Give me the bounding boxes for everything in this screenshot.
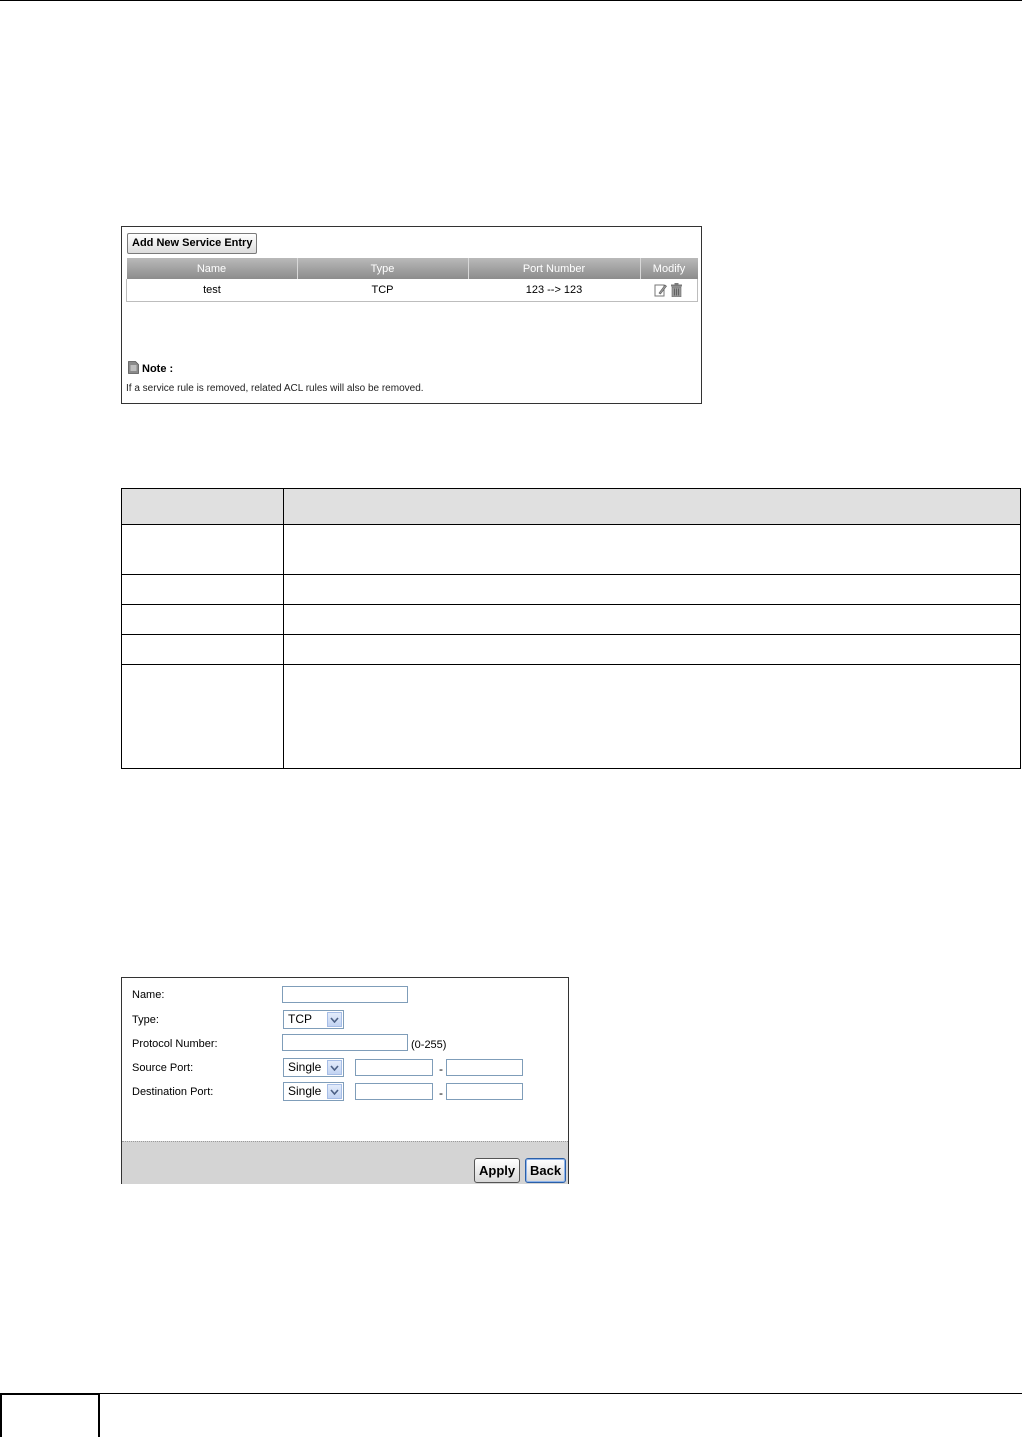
destination-port-mode-value: Single bbox=[288, 1084, 322, 1098]
column-header-modify: Modify bbox=[640, 258, 698, 279]
delete-icon[interactable] bbox=[670, 283, 683, 298]
cell-modify bbox=[640, 279, 698, 302]
table-row bbox=[121, 524, 1021, 575]
destination-port-label: Destination Port: bbox=[132, 1086, 214, 1098]
destination-port-range-separator: - bbox=[439, 1086, 443, 1100]
name-input[interactable] bbox=[282, 986, 408, 1003]
column-header-name: Name bbox=[126, 258, 298, 279]
footer-rule bbox=[100, 1393, 1022, 1394]
add-new-service-entry-button[interactable]: Add New Service Entry bbox=[127, 233, 258, 254]
type-select-value: TCP bbox=[288, 1012, 312, 1026]
protocol-number-input[interactable] bbox=[282, 1034, 408, 1051]
table-row bbox=[121, 664, 1021, 769]
note-icon bbox=[128, 361, 139, 377]
service-table-header: Name Type Port Number Modify bbox=[126, 258, 698, 279]
destination-port-start-input[interactable] bbox=[355, 1083, 433, 1100]
chevron-down-icon bbox=[327, 1084, 342, 1099]
column-header-port-number: Port Number bbox=[468, 258, 641, 279]
protocol-number-label: Protocol Number: bbox=[132, 1038, 218, 1050]
table-row bbox=[121, 604, 1021, 635]
protocol-number-hint: (0-255) bbox=[411, 1039, 447, 1051]
source-port-start-input[interactable] bbox=[355, 1059, 433, 1076]
cell-type: TCP bbox=[297, 279, 468, 302]
table-row bbox=[121, 634, 1021, 665]
source-port-label: Source Port: bbox=[132, 1062, 194, 1074]
service-list-panel: Add New Service Entry Name Type Port Num… bbox=[121, 226, 702, 404]
service-table: Name Type Port Number Modify test TCP 12… bbox=[126, 258, 698, 302]
description-table bbox=[121, 488, 1021, 769]
source-port-mode-value: Single bbox=[288, 1060, 322, 1074]
source-port-range-separator: - bbox=[439, 1062, 443, 1076]
note-text: If a service rule is removed, related AC… bbox=[126, 383, 424, 394]
table-row bbox=[121, 574, 1021, 605]
edit-icon[interactable] bbox=[654, 283, 667, 297]
type-select[interactable]: TCP bbox=[283, 1010, 344, 1029]
description-table-header bbox=[121, 488, 1021, 525]
note-heading: Note : bbox=[128, 361, 173, 377]
apply-button[interactable]: Apply bbox=[474, 1158, 521, 1183]
note-label: Note : bbox=[142, 363, 174, 375]
destination-port-end-input[interactable] bbox=[446, 1083, 523, 1100]
cell-name: test bbox=[126, 279, 297, 302]
add-service-form: Name: Type: TCP Protocol Number: (0-255)… bbox=[121, 977, 569, 1184]
type-label: Type: bbox=[132, 1014, 159, 1026]
cell-port-number: 123 --> 123 bbox=[468, 279, 640, 302]
page-number-box bbox=[0, 1393, 100, 1437]
destination-port-mode-select[interactable]: Single bbox=[283, 1082, 344, 1101]
source-port-mode-select[interactable]: Single bbox=[283, 1058, 344, 1077]
name-label: Name: bbox=[132, 989, 165, 1001]
top-rule bbox=[0, 0, 1022, 1]
table-row: test TCP 123 --> 123 bbox=[126, 279, 698, 302]
chevron-down-icon bbox=[327, 1012, 342, 1027]
chevron-down-icon bbox=[327, 1060, 342, 1075]
column-header-type: Type bbox=[297, 258, 469, 279]
source-port-end-input[interactable] bbox=[446, 1059, 523, 1076]
back-button[interactable]: Back bbox=[525, 1158, 567, 1183]
